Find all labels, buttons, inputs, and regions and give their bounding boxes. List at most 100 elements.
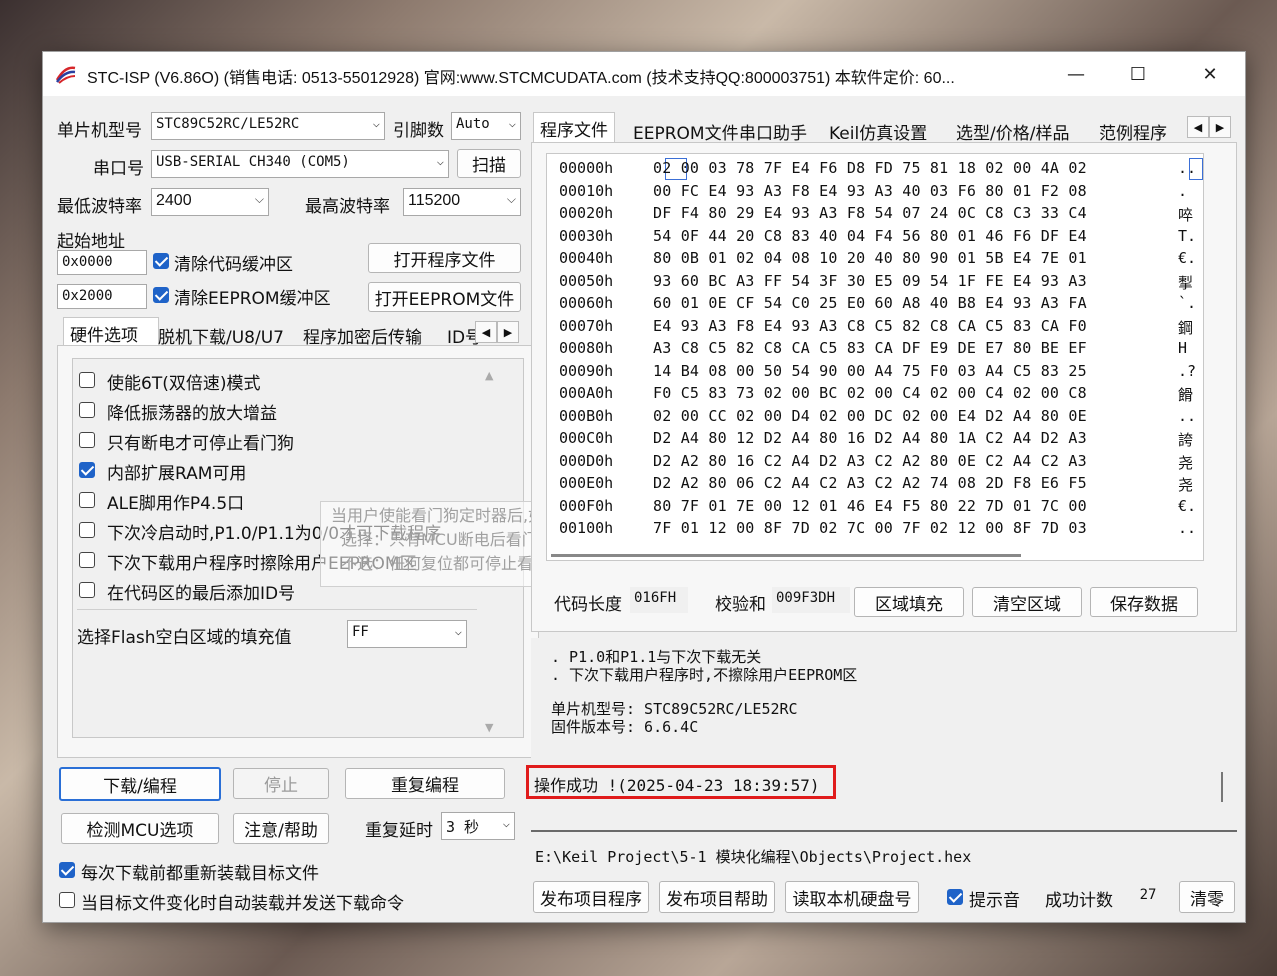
log-line: 单片机型号: STC89C52RC/LE52RC [551,700,798,718]
minimize-button[interactable]: — [1053,52,1099,96]
publish-project-button[interactable]: 发布项目程序 [533,881,649,913]
hex-ascii: . [1178,181,1188,200]
chevron-down-icon: ⌵ [454,624,462,638]
max-baud-label: 最高波特率 [305,197,390,217]
repeat-delay-value: 3 秒 [446,818,480,836]
tab-scroll-right-icon[interactable]: ▶ [497,321,519,343]
option-checkbox-6t[interactable] [79,372,95,388]
hex-view[interactable]: 00000h 02 00 03 78 7F E4 F6 D8 FD 75 81 1… [546,153,1204,561]
log-line: 固件版本号: 6.6.4C [551,718,699,736]
hex-ascii: €. [1178,249,1197,267]
code-start-address-input[interactable]: 0x0000 [57,250,147,275]
repeat-delay-select[interactable]: 3 秒 ⌵ [441,812,515,840]
success-count-label: 成功计数 [1045,891,1113,911]
status-message: 操作成功 !(2025-04-23 18:39:57) [534,776,820,795]
beep-label: 提示音 [969,891,1020,911]
hex-bytes: 00 FC E4 93 A3 F8 E4 93 A3 40 03 F6 80 0… [653,181,1087,200]
hex-ascii: 揧 [1178,273,1194,292]
tab-scroll-left-icon[interactable]: ◀ [1187,116,1209,138]
tab-scroll-right-icon[interactable]: ▶ [1209,116,1231,138]
fill-area-button[interactable]: 区域填充 [854,587,964,617]
horizontal-scrollbar[interactable] [551,554,1021,557]
save-data-button[interactable]: 保存数据 [1090,587,1198,617]
option-label: 使能6T(双倍速)模式 [107,374,261,394]
hex-address: 000E0h [559,474,614,492]
option-checkbox-add-id[interactable] [79,582,95,598]
file-path: E:\Keil Project\5-1 模块化编程\Objects\Projec… [535,848,972,866]
pins-label: 引脚数 [393,121,444,141]
hex-bytes: D2 A4 80 12 D2 A4 80 16 D2 A4 80 1A C2 A… [653,429,1087,447]
open-eeprom-file-button[interactable]: 打开EEPROM文件 [368,282,521,312]
tab-scroll-arrows[interactable]: ◀ ▶ [475,321,519,343]
reload-before-download-checkbox[interactable] [59,862,75,878]
max-baud-select[interactable]: 115200 ⌵ [403,188,521,216]
min-baud-label: 最低波特率 [57,197,142,217]
close-button[interactable]: ✕ [1187,52,1233,96]
eeprom-start-address-input[interactable]: 0x2000 [57,284,147,309]
window-title: STC-ISP (V6.86O) (销售电话: 0513-55012928) 官… [87,70,955,87]
mcu-model-select[interactable]: STC89C52RC/LE52RC ⌵ [151,112,385,140]
hex-address: 00060h [559,294,614,312]
reset-count-button[interactable]: 清零 [1179,881,1235,913]
clear-code-checkbox[interactable] [153,253,169,269]
repeat-delay-label: 重复延时 [365,821,433,841]
detect-mcu-options-button[interactable]: 检测MCU选项 [61,813,219,844]
pins-value: Auto [456,116,490,132]
hex-address: 00100h [559,519,614,537]
open-program-file-button[interactable]: 打开程序文件 [368,243,521,273]
chevron-down-icon: ⌵ [436,154,444,168]
hex-address: 000A0h [559,384,614,402]
option-checkbox-gain[interactable] [79,402,95,418]
help-button[interactable]: 注意/帮助 [233,813,329,844]
hex-address: 00090h [559,361,614,380]
hex-ascii: 尧 [1178,476,1194,494]
clear-area-button[interactable]: 清空区域 [972,587,1082,617]
port-select[interactable]: USB-SERIAL CH340 (COM5) ⌵ [151,150,449,178]
divider [531,830,1237,832]
option-checkbox-watchdog[interactable] [79,432,95,448]
option-label: 降低振荡器的放大增益 [107,404,277,424]
option-checkbox-ext-ram[interactable] [79,462,95,478]
publish-help-button[interactable]: 发布项目帮助 [659,881,775,913]
stc-isp-window: STC-ISP (V6.86O) (销售电话: 0513-55012928) 官… [42,51,1246,923]
min-baud-value: 2400 [156,192,192,209]
option-checkbox-ale[interactable] [79,492,95,508]
option-label: 内部扩展RAM可用 [107,464,247,484]
read-disk-id-button[interactable]: 读取本机硬盘号 [785,881,919,913]
fill-value-select[interactable]: FF ⌵ [347,620,467,648]
reprogram-button[interactable]: 重复编程 [345,768,505,799]
hex-bytes: 14 B4 08 00 50 54 90 00 A4 75 F0 03 A4 C… [653,361,1087,380]
hex-address: 000D0h [559,451,614,470]
log-scrollbar[interactable] [1221,772,1223,802]
download-program-button[interactable]: 下载/编程 [59,767,221,801]
pins-select[interactable]: Auto ⌵ [451,112,521,140]
chevron-down-icon: ⌵ [254,192,264,206]
chevron-down-icon: ⌵ [502,816,510,830]
right-tab-scroll-arrows[interactable]: ◀ ▶ [1187,116,1231,138]
min-baud-select[interactable]: 2400 ⌵ [151,188,269,216]
scan-button[interactable]: 扫描 [457,149,521,178]
tab-scroll-left-icon[interactable]: ◀ [475,321,497,343]
log-line: . 下次下载用户程序时,不擦除用户EEPROM区 [551,666,858,684]
success-count-value: 27 [1121,884,1175,910]
beep-checkbox[interactable] [947,889,963,905]
max-baud-value: 115200 [408,192,461,209]
auto-load-checkbox[interactable] [59,892,75,908]
app-icon [55,64,77,84]
hex-bytes: 60 01 0E CF 54 C0 25 E0 60 A8 40 B8 E4 9… [653,294,1087,312]
hex-bytes: A3 C8 C5 82 C8 CA C5 83 CA DF E9 DE E7 8… [653,339,1087,357]
port-label: 串口号 [93,159,144,179]
clear-code-label: 清除代码缓冲区 [174,255,293,275]
option-checkbox-erase-eeprom[interactable] [79,552,95,568]
maximize-button[interactable]: ☐ [1115,52,1161,96]
clear-eeprom-checkbox[interactable] [153,287,169,303]
checksum-label: 校验和 [715,595,766,615]
option-checkbox-cold-start[interactable] [79,522,95,538]
hex-bytes: 93 60 BC A3 FF 54 3F 30 E5 09 54 1F FE E… [653,271,1087,290]
stop-button[interactable]: 停止 [233,768,329,799]
scroll-up-icon[interactable]: ▲ [485,369,493,382]
option-label: ALE脚用作P4.5口 [107,494,245,514]
hex-ascii: 尧 [1178,453,1194,472]
hex-address: 00070h [559,316,614,335]
scroll-down-icon[interactable]: ▼ [485,721,493,734]
